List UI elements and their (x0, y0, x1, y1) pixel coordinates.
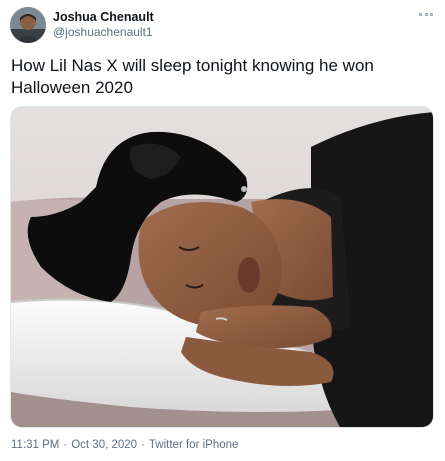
tweet-text: How Lil Nas X will sleep tonight knowing… (11, 56, 374, 97)
tweet-time[interactable]: 11:31 PM (11, 439, 59, 451)
user-avatar-image (10, 7, 46, 43)
more-dot (419, 12, 422, 16)
tweet-metadata: 11:31 PM · Oct 30, 2020 · Twitter for iPhone (11, 439, 238, 451)
user-handle[interactable]: @joshuachenault1 (53, 25, 154, 40)
more-dot (424, 12, 428, 16)
more-options-icon[interactable] (419, 10, 433, 18)
meta-separator: · (63, 439, 68, 451)
tweet-date[interactable]: Oct 30, 2020 (71, 439, 137, 451)
avatar[interactable] (10, 7, 46, 43)
more-dot (430, 12, 433, 16)
display-name[interactable]: Joshua Chenault (53, 10, 154, 24)
author-block: Joshua Chenault @joshuachenault1 (53, 10, 154, 40)
tweet-media-image[interactable] (10, 106, 434, 428)
tweet-source[interactable]: Twitter for iPhone (149, 439, 238, 451)
tweet-card: Joshua Chenault @joshuachenault1 How Lil… (0, 0, 445, 461)
meta-separator: · (141, 439, 145, 451)
sleeping-person-photo (11, 107, 433, 427)
